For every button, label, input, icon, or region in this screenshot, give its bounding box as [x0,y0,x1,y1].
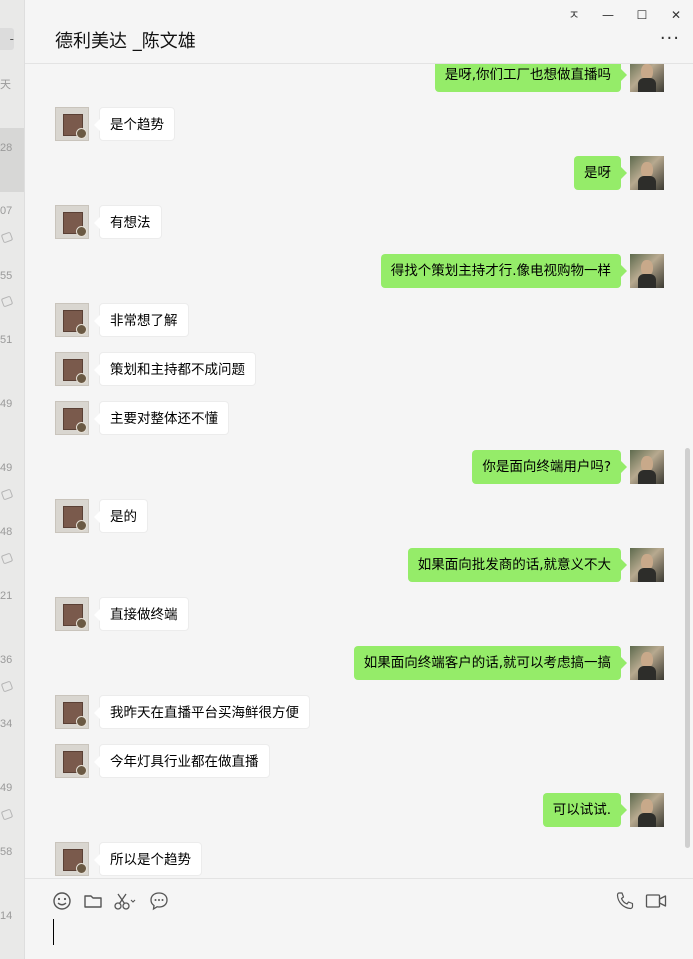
contact-avatar[interactable] [55,205,89,239]
contact-avatar[interactable] [55,303,89,337]
selected-chat-highlight [0,128,24,192]
message-bubble[interactable]: 非常想了解 [94,303,189,337]
scissors-icon[interactable] [113,891,137,911]
message-bubble[interactable]: 是的 [94,499,148,533]
sliver-time: 36 [0,654,13,666]
message-bubble[interactable]: 如果面向批发商的话,就意义不大 [407,548,628,582]
message-row-outgoing: 是呀,你们工厂也想做直播吗 [25,64,693,98]
message-row-outgoing: 如果面向终端客户的话,就可以考虑搞一搞 [25,646,693,686]
chat-list-sliver: - 天 28 07 55 51 49 49 48 21 36 34 49 58 … [0,0,24,959]
message-bubble[interactable]: 如果面向终端客户的话,就可以考虑搞一搞 [353,646,628,680]
my-avatar[interactable] [630,793,664,827]
message-bubble[interactable]: 主要对整体还不懂 [94,401,229,435]
close-button[interactable]: ✕ [665,6,687,24]
text-input-caret[interactable] [53,919,54,945]
chat-header: 德利美达 _陈文雄 ㅈ — ☐ ✕ ··· [25,0,693,64]
pin-button[interactable]: ㅈ [563,6,585,24]
mute-icon [0,295,14,308]
chat-window: 德利美达 _陈文雄 ㅈ — ☐ ✕ ··· 是呀,你们工厂也想做直播吗 是个趋势… [24,0,693,959]
message-row-incoming: 是的 [25,499,693,539]
contact-avatar[interactable] [55,597,89,631]
message-row-incoming: 所以是个趋势 [25,842,693,878]
message-bubble[interactable]: 可以试试. [542,793,628,827]
sliver-time: 07 [0,205,13,217]
mute-icon [0,231,14,244]
phone-icon[interactable] [615,891,635,911]
my-avatar[interactable] [630,646,664,680]
message-row-incoming: 是个趋势 [25,107,693,147]
message-bubble[interactable]: 有想法 [94,205,162,239]
sliver-time: 49 [0,782,13,794]
message-row-incoming: 有想法 [25,205,693,245]
folder-icon[interactable] [83,891,103,911]
sliver-time: 55 [0,270,13,282]
contact-avatar[interactable] [55,107,89,141]
message-bubble[interactable]: 所以是个趋势 [94,842,202,876]
contact-avatar[interactable] [55,842,89,876]
mute-icon [0,808,14,821]
contact-avatar[interactable] [55,401,89,435]
message-row-incoming: 主要对整体还不懂 [25,401,693,441]
sliver-time: 48 [0,526,13,538]
video-call-icon[interactable] [645,891,667,911]
my-avatar[interactable] [630,450,664,484]
mute-icon [0,488,14,501]
message-row-outgoing: 可以试试. [25,793,693,833]
sliver-time: 14 [0,910,13,922]
sliver-time: 21 [0,590,13,602]
chat-title: 德利美达 _陈文雄 [55,31,196,52]
sliver-time: 28 [0,142,13,154]
message-bubble[interactable]: 策划和主持都不成问题 [94,352,256,386]
contact-avatar[interactable] [55,695,89,729]
sliver-time: 51 [0,334,13,346]
message-row-outgoing: 你是面向终端用户吗? [25,450,693,490]
sliver-time: 49 [0,398,13,410]
message-row-outgoing: 是呀 [25,156,693,196]
more-options-button[interactable]: ··· [660,30,680,48]
message-row-incoming: 策划和主持都不成问题 [25,352,693,392]
message-bubble[interactable]: 我昨天在直播平台买海鲜很方便 [94,695,310,729]
message-row-outgoing: 得找个策划主持才行.像电视购物一样 [25,254,693,294]
message-bubble[interactable]: 是呀 [574,156,627,190]
message-scrollbar[interactable] [685,448,690,848]
message-bubble[interactable]: 今年灯具行业都在做直播 [94,744,270,778]
emoji-icon[interactable] [52,891,72,911]
message-row-incoming: 我昨天在直播平台买海鲜很方便 [25,695,693,735]
my-avatar[interactable] [630,64,664,92]
message-row-incoming: 今年灯具行业都在做直播 [25,744,693,784]
my-avatar[interactable] [630,254,664,288]
chat-history-icon[interactable] [149,891,169,911]
contact-avatar[interactable] [55,744,89,778]
message-bubble[interactable]: 你是面向终端用户吗? [472,450,627,484]
contact-avatar[interactable] [55,499,89,533]
mute-icon [0,552,14,565]
my-avatar[interactable] [630,156,664,190]
message-bubble[interactable]: 得找个策划主持才行.像电视购物一样 [380,254,628,288]
mute-icon [0,680,14,693]
message-row-outgoing: 如果面向批发商的话,就意义不大 [25,548,693,588]
message-bubble[interactable]: 是呀,你们工厂也想做直播吗 [434,64,628,92]
contact-avatar[interactable] [55,352,89,386]
sliver-time: 49 [0,462,13,474]
sliver-time: 34 [0,718,13,730]
my-avatar[interactable] [630,548,664,582]
minimize-button[interactable]: — [597,6,619,24]
message-list[interactable]: 是呀,你们工厂也想做直播吗 是个趋势 是呀 有想法 得找个策划主持才行.像电视购… [25,64,693,878]
message-bubble[interactable]: 直接做终端 [94,597,189,631]
message-row-incoming: 非常想了解 [25,303,693,343]
sliver-label-day: 天 [0,79,11,91]
message-bubble[interactable]: 是个趋势 [94,107,175,141]
message-row-incoming: 直接做终端 [25,597,693,637]
sliver-time: 58 [0,846,13,858]
sliver-top-button[interactable]: - [0,28,14,50]
maximize-button[interactable]: ☐ [631,6,653,24]
message-composer [25,878,693,959]
